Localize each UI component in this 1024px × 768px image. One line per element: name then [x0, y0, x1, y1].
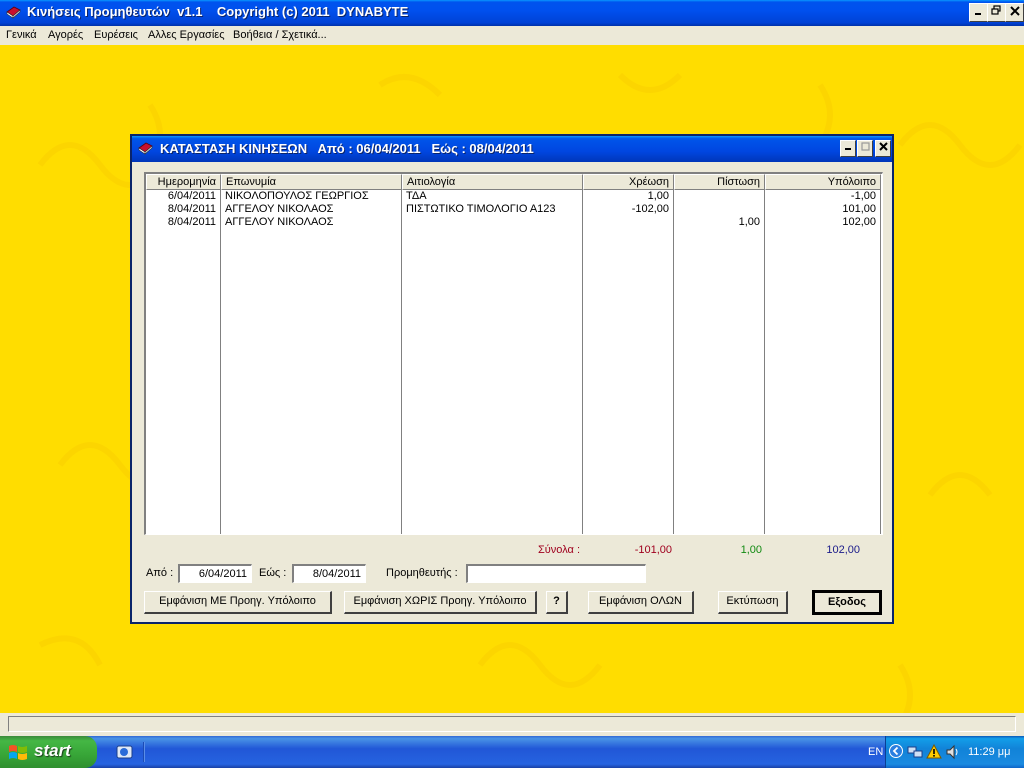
- clock[interactable]: 11:29 μμ: [968, 746, 1010, 758]
- minimize-icon: [844, 148, 851, 150]
- dialog-title: ΚΑΤΑΣΤΑΣΗ ΚΙΝΗΣΕΩΝ Από : 06/04/2011 Εώς …: [160, 141, 534, 156]
- start-label: start: [34, 741, 71, 760]
- app-title-bar: Κινήσεις Προμηθευτών v1.1 Copyright (c) …: [0, 0, 1024, 26]
- cell-reason: ΤΔΑ: [406, 190, 427, 202]
- total-debit: -101,00: [634, 544, 672, 556]
- chevron-left-icon[interactable]: [889, 744, 903, 758]
- cell-credit: 1,00: [738, 216, 760, 228]
- help-button[interactable]: ?: [546, 591, 568, 614]
- cell-balance: 101,00: [842, 203, 876, 215]
- cell-date: 8/04/2011: [167, 203, 216, 215]
- menu-purchases[interactable]: Αγορές: [48, 29, 83, 41]
- cell-reason: ΠΙΣΤΩΤΙΚΟ ΤΙΜΟΛΟΓΙΟ Α123: [406, 203, 556, 215]
- cell-name: ΝΙΚΟΛΟΠΟΥΛΟΣ ΓΕΩΡΓΙΟΣ: [225, 190, 369, 202]
- column-header-debit[interactable]: Χρέωση: [583, 174, 674, 190]
- to-date-field[interactable]: 8/04/2011: [292, 564, 366, 583]
- menu-help-about[interactable]: Βοήθεια / Σχετικά...: [233, 29, 327, 41]
- cell-balance: 102,00: [842, 216, 876, 228]
- total-credit: 1,00: [740, 544, 762, 556]
- cell-credit: [674, 203, 764, 216]
- movements-dialog: ΚΑΤΑΣΤΑΣΗ ΚΙΝΗΣΕΩΝ Από : 06/04/2011 Εώς …: [130, 134, 894, 624]
- table-row[interactable]: 8/04/2011 ΑΓΓΕΛΟΥ ΝΙΚΟΛΑΟΣ ΠΙΣΤΩΤΙΚΟ ΤΙΜ…: [146, 203, 882, 216]
- table-row[interactable]: 8/04/2011 ΑΓΓΕΛΟΥ ΝΙΚΟΛΑΟΣ 1,00 102,00: [146, 216, 882, 229]
- cell-name: ΑΓΓΕΛΟΥ ΝΙΚΟΛΑΟΣ: [225, 216, 334, 228]
- book-icon: [6, 6, 21, 19]
- menu-general[interactable]: Γενικά: [6, 29, 37, 41]
- movements-list[interactable]: Ημερομηνία Επωνυμία Αιτιολογία Χρέωση Πί…: [144, 172, 883, 535]
- cell-date: 8/04/2011: [167, 216, 216, 228]
- print-button[interactable]: Εκτύπωση: [718, 591, 788, 614]
- column-header-balance[interactable]: Υπόλοιπο: [765, 174, 881, 190]
- menu-searches[interactable]: Ευρέσεις: [94, 29, 138, 41]
- maximize-icon: [860, 142, 870, 151]
- supplier-label: Προμηθευτής :: [386, 567, 458, 579]
- supplier-field[interactable]: [466, 564, 646, 583]
- menu-bar: Γενικά Αγορές Ευρέσεις Αλλες Εργασίες Βο…: [0, 26, 1024, 45]
- windows-logo-icon: [9, 745, 27, 760]
- from-label: Από :: [146, 567, 174, 579]
- column-header-date[interactable]: Ημερομηνία: [146, 174, 221, 190]
- close-button[interactable]: [1005, 3, 1024, 22]
- menu-other-tasks[interactable]: Αλλες Εργασίες: [148, 29, 225, 41]
- close-icon: [1009, 6, 1020, 16]
- totals-label: Σύνολα :: [537, 544, 580, 556]
- show-with-previous-balance-button[interactable]: Εμφάνιση ΜΕ Προηγ. Υπόλοιπο: [144, 591, 332, 614]
- network-icon[interactable]: [907, 744, 923, 760]
- table-row[interactable]: 6/04/2011 ΝΙΚΟΛΟΠΟΥΛΟΣ ΓΕΩΡΓΙΟΣ ΤΔΑ 1,00…: [146, 190, 882, 203]
- taskbar: start EN 11:29 μμ: [0, 736, 1024, 768]
- column-header-credit[interactable]: Πίστωση: [674, 174, 765, 190]
- column-divider: [673, 190, 674, 534]
- status-panel: [8, 716, 1016, 732]
- cell-credit: [674, 190, 764, 203]
- quicklaunch-separator: [143, 742, 145, 762]
- to-label: Εώς :: [259, 567, 287, 579]
- exit-button[interactable]: Εξοδος: [812, 590, 882, 615]
- column-header-name[interactable]: Επωνυμία: [221, 174, 402, 190]
- cell-name: ΑΓΓΕΛΟΥ ΝΙΚΟΛΑΟΣ: [225, 203, 334, 215]
- dialog-minimize-button[interactable]: [840, 140, 856, 157]
- start-button[interactable]: start: [0, 736, 97, 768]
- total-balance: 102,00: [826, 544, 860, 556]
- from-date-field[interactable]: 6/04/2011: [178, 564, 252, 583]
- column-header-reason[interactable]: Αιτιολογία: [402, 174, 583, 190]
- book-icon: [138, 142, 153, 155]
- restore-icon: [991, 5, 1001, 15]
- cell-balance: -1,00: [850, 190, 876, 202]
- minimize-button[interactable]: [969, 3, 988, 22]
- column-divider: [582, 190, 583, 534]
- show-all-button[interactable]: Εμφάνιση ΟΛΩΝ: [588, 591, 694, 614]
- column-divider: [220, 190, 221, 534]
- cell-debit: 1,00: [647, 190, 669, 202]
- question-mark-icon: ?: [553, 595, 560, 607]
- cell-date: 6/04/2011: [167, 190, 216, 202]
- app-title: Κινήσεις Προμηθευτών v1.1 Copyright (c) …: [27, 4, 409, 19]
- column-divider: [764, 190, 765, 534]
- close-icon: [878, 142, 888, 151]
- security-alert-icon[interactable]: [926, 744, 942, 760]
- status-bar: [0, 713, 1024, 736]
- minimize-icon: [974, 13, 981, 15]
- cell-reason: [402, 216, 582, 229]
- app-quicklaunch-icon[interactable]: [116, 744, 134, 760]
- column-divider: [401, 190, 402, 534]
- language-indicator[interactable]: EN: [868, 746, 883, 758]
- dialog-close-button[interactable]: [875, 140, 891, 157]
- dialog-title-bar: ΚΑΤΑΣΤΑΣΗ ΚΙΝΗΣΕΩΝ Από : 06/04/2011 Εώς …: [132, 136, 892, 162]
- show-without-previous-balance-button[interactable]: Εμφάνιση ΧΩΡΙΣ Προηγ. Υπόλοιπο: [344, 591, 537, 614]
- cell-debit: -102,00: [631, 203, 669, 215]
- dialog-maximize-button[interactable]: [857, 140, 873, 157]
- list-header: Ημερομηνία Επωνυμία Αιτιολογία Χρέωση Πί…: [146, 174, 882, 190]
- cell-debit: [583, 216, 673, 229]
- volume-icon[interactable]: [945, 744, 961, 760]
- restore-button[interactable]: [987, 3, 1006, 22]
- column-divider: [880, 190, 881, 534]
